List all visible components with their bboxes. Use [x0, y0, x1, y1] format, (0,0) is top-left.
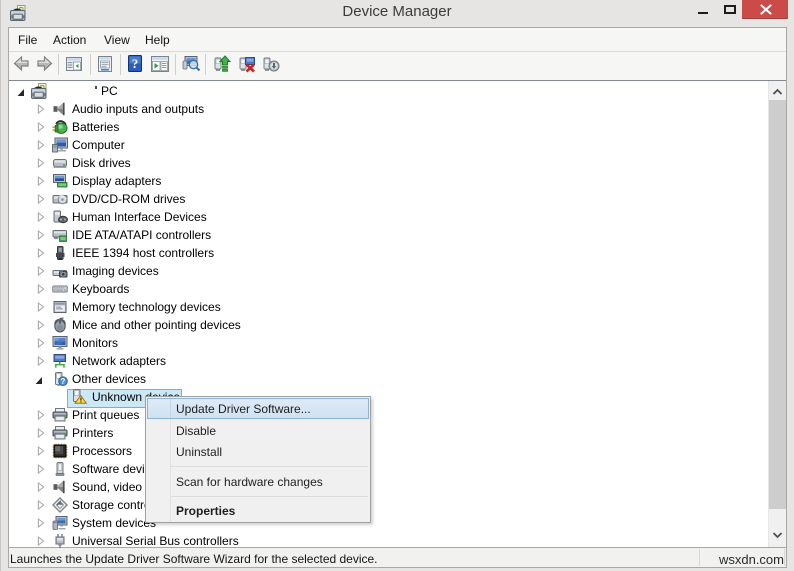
- svg-text:?: ?: [132, 56, 139, 71]
- svg-text:?: ?: [61, 377, 66, 386]
